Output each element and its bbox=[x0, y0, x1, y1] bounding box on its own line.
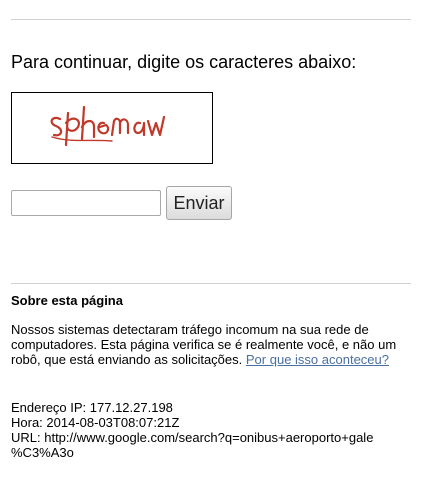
request-url-continued: %C3%A3o bbox=[11, 445, 74, 460]
captcha-answer-input[interactable] bbox=[11, 190, 161, 216]
captcha-prompt: Para continuar, digite os caracteres aba… bbox=[11, 52, 357, 72]
submit-button[interactable]: Enviar bbox=[166, 186, 232, 220]
request-info: Endereço IP: 177.12.27.198 Hora: 2014-08… bbox=[11, 400, 421, 460]
ip-address: Endereço IP: 177.12.27.198 bbox=[11, 400, 173, 415]
about-line-last: robô, que está enviando as solicitações.… bbox=[11, 352, 411, 367]
why-link[interactable]: Por que isso aconteceu? bbox=[246, 352, 389, 367]
request-time: Hora: 2014-08-03T08:07:21Z bbox=[11, 415, 180, 430]
section-divider bbox=[11, 283, 411, 284]
about-title: Sobre esta página bbox=[11, 293, 123, 308]
about-line: computadores. Esta página verifica se é … bbox=[11, 337, 397, 352]
captcha-graphic bbox=[50, 105, 166, 147]
about-text: Nossos sistemas detectaram tráfego incom… bbox=[11, 322, 411, 367]
about-line: Nossos sistemas detectaram tráfego incom… bbox=[11, 322, 369, 337]
captcha-image bbox=[11, 92, 213, 164]
about-line-text: robô, que está enviando as solicitações. bbox=[11, 352, 243, 367]
request-url: URL: http://www.google.com/search?q=onib… bbox=[11, 430, 374, 445]
top-divider bbox=[11, 19, 411, 20]
